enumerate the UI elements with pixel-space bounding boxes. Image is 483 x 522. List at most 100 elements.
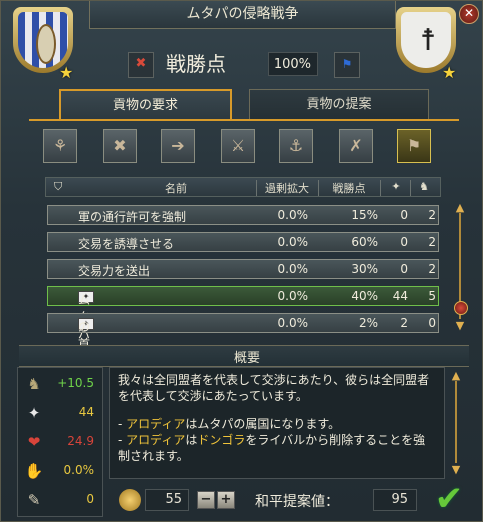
summary-bullet: - アロディアはムタパの属国になります。 — [118, 417, 341, 431]
shield-flag — [18, 12, 68, 68]
stat-value: 0.0% — [63, 463, 95, 477]
ships-icon[interactable]: ⚓ — [279, 129, 313, 163]
row-prestige: 2 — [428, 208, 436, 222]
table-scrollbar[interactable]: ▲ ▼ — [453, 201, 468, 332]
row-overextension: 0.0% — [277, 208, 309, 222]
summary-text: 我々は全同盟者を代表して交渉にあたり、彼らは全同盟者を代表して交渉にあたっていま… — [109, 367, 445, 479]
header-overextension[interactable]: 過剰拡大 — [258, 180, 316, 196]
row-overextension: 0.0% — [277, 235, 309, 249]
country-name[interactable]: アロディア — [126, 417, 185, 431]
scroll-icon: ✎ — [27, 491, 41, 509]
summary-scrollbar[interactable]: ▲ ▼ — [449, 369, 463, 477]
stat-treaty[interactable]: ✎ 0 — [18, 486, 102, 514]
summary-title: 概要 — [233, 351, 260, 366]
handshake-icon: ✋ — [24, 462, 44, 480]
scroll-transfer-icon[interactable]: ➔ — [161, 129, 195, 163]
dove-icon: ✦ — [27, 404, 41, 422]
scroll-track[interactable] — [455, 381, 457, 463]
tab-underline — [29, 119, 459, 121]
shield-icon[interactable]: ⛉ — [54, 180, 62, 194]
row-warscore: 30% — [351, 262, 378, 276]
confirm-peace-button[interactable]: ✔ — [427, 481, 471, 517]
row-warscore: 40% — [351, 289, 378, 303]
tab-demand-tribute[interactable]: 貢物の要求 — [59, 89, 232, 121]
close-button[interactable]: ✕ — [459, 4, 479, 24]
stat-trade[interactable]: ✋ 0.0% — [18, 457, 102, 485]
header-name[interactable]: 名前 — [146, 180, 206, 196]
stat-aggressive-expansion[interactable]: ❤ 24.9 — [18, 428, 102, 456]
scroll-cross-icon[interactable]: ✖ — [103, 129, 137, 163]
row-prestige: 0 — [428, 316, 436, 330]
row-name: 軍の通行許可を強制 — [78, 210, 187, 224]
enemy-country-shield[interactable]: ☨ ★ — [396, 7, 460, 82]
flag-icon[interactable]: ⚑ — [334, 52, 360, 78]
stat-prestige[interactable]: ♞ +10.5 — [18, 370, 102, 398]
gold-coin-icon — [119, 489, 141, 511]
row-name: 交易を誘導させる — [78, 237, 175, 251]
clear-demands-button[interactable]: ✖ — [128, 52, 154, 78]
weapons-cross-icon[interactable]: ⚔ — [221, 129, 255, 163]
summary-header: 概要 — [19, 345, 469, 367]
prestige-icon: ♞ — [27, 375, 41, 393]
peace-acceptance-label: 和平提案値： — [255, 494, 339, 510]
row-overextension: 0.0% — [277, 262, 309, 276]
row-ae: 2 — [400, 316, 408, 330]
row-warscore: 15% — [351, 208, 378, 222]
stat-value: 24.9 — [67, 434, 94, 448]
row-overextension: 0.0% — [277, 316, 309, 330]
row-ae: 0 — [400, 208, 408, 222]
summary-stats: ♞ +10.5 ✦ 44 ❤ 24.9 ✋ 0.0% ✎ 0 — [17, 367, 103, 517]
money-input[interactable]: 55 — [145, 489, 189, 511]
decrease-money-button[interactable]: − — [197, 491, 215, 509]
row-overextension: 0.0% — [277, 289, 309, 303]
country-name[interactable]: ドンゴラ — [197, 433, 245, 447]
demands-table: ⛉ 名前 過剰拡大 戦勝点 ✦ ♞ 軍の通行許可を強制 0.0% 15% 0 2… — [45, 177, 441, 419]
shield-emblem — [36, 24, 56, 64]
tab-offer-tribute[interactable]: 貢物の提案 — [249, 89, 429, 121]
stat-dove[interactable]: ✦ 44 — [18, 399, 102, 427]
table-row[interactable]: 交易力を送出 0.0% 30% 0 2 — [47, 259, 439, 279]
shield-flag: ☨ — [401, 12, 451, 68]
star-icon: ★ — [59, 63, 74, 82]
row-prestige: 2 — [428, 235, 436, 249]
broken-heart-icon: ❤ — [27, 433, 41, 451]
stat-value: +10.5 — [57, 376, 94, 390]
table-row[interactable]: 軍の通行許可を強制 0.0% 15% 0 2 — [47, 205, 439, 225]
peace-options-row: ⚘ ✖ ➔ ⚔ ⚓ ✗ ⚑ — [43, 129, 453, 171]
peace-acceptance-value: 95 — [373, 489, 417, 511]
header-warscore[interactable]: 戦勝点 — [322, 180, 376, 196]
dove-icon[interactable]: ✦ — [386, 180, 406, 193]
alliance-icon[interactable]: ⚘ — [43, 129, 77, 163]
row-ae: 44 — [392, 289, 408, 303]
peace-negotiation-window: ★ ムタパの侵略戦争 ☨ ★ ✕ ✖ 戦勝点 100% ⚑ 貢物の要求 貢物の提… — [0, 0, 483, 522]
stat-value: 44 — [78, 405, 94, 419]
row-prestige: 5 — [428, 289, 436, 303]
table-row-selected[interactable]: ✦ムタパ属国 0.0% 40% 44 5 — [47, 286, 439, 375]
increase-money-button[interactable]: + — [217, 491, 235, 509]
player-country-shield[interactable]: ★ — [13, 7, 77, 82]
summary-bullet: - アロディアはドンゴラをライバルから削除することを強制されます。 — [118, 433, 426, 463]
pillars-icon[interactable]: ⚑ — [397, 129, 431, 163]
scroll-thumb[interactable] — [454, 301, 468, 315]
table-row[interactable]: |が✦の首都を略奪 0.0% 2% 2 0 — [47, 313, 439, 419]
ship-cancel-icon[interactable]: ✗ — [339, 129, 373, 163]
row-warscore: 2% — [358, 316, 378, 330]
country-name[interactable]: アロディア — [126, 433, 185, 447]
table-header: ⛉ 名前 過剰拡大 戦勝点 ✦ ♞ — [45, 177, 441, 197]
table-row[interactable]: 交易を誘導させる 0.0% 60% 0 2 — [47, 232, 439, 252]
war-score-value: 100% — [268, 52, 318, 76]
row-ae: 0 — [400, 262, 408, 276]
row-warscore: 60% — [351, 235, 378, 249]
row-prestige: 2 — [428, 262, 436, 276]
summary-paragraph: 我々は全同盟者を代表して交渉にあたり、彼らは全同盟者を代表して交渉にあたっていま… — [118, 373, 430, 403]
row-name: 交易力を送出 — [78, 264, 151, 278]
stat-value: 0 — [86, 492, 94, 506]
prestige-medal-icon[interactable]: ♞ — [414, 180, 434, 193]
scroll-down-icon[interactable]: ▼ — [449, 463, 463, 476]
scroll-down-icon[interactable]: ▼ — [453, 319, 467, 332]
row-ae: 0 — [400, 235, 408, 249]
cross-emblem-icon: ☨ — [419, 23, 437, 58]
star-icon: ★ — [442, 63, 457, 82]
war-score-bar: ✖ 戦勝点 100% ⚑ — [128, 48, 360, 80]
window-title: ムタパの侵略戦争 — [89, 1, 396, 29]
